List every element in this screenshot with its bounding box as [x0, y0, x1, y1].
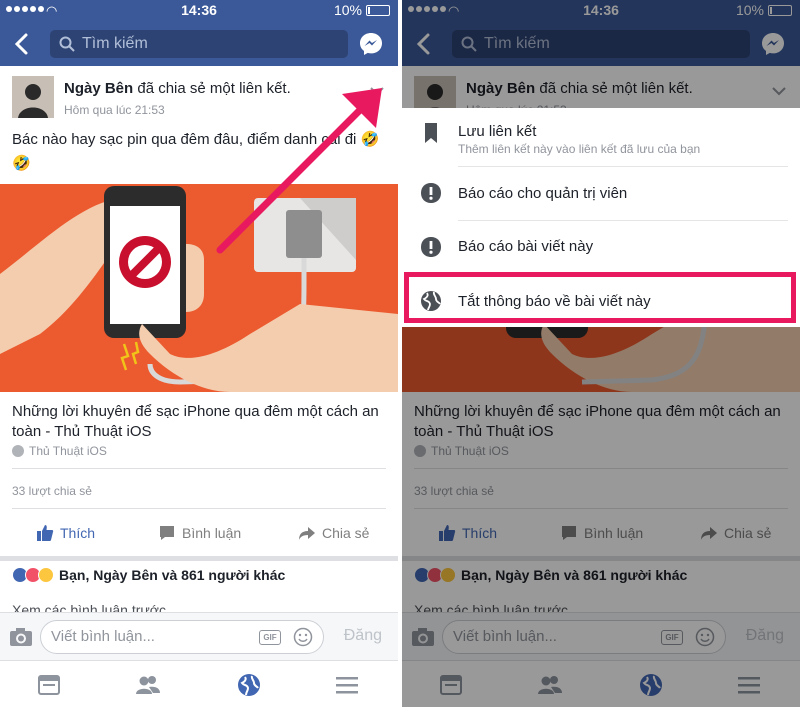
- comment-button[interactable]: Bình luận: [158, 524, 241, 542]
- share-count[interactable]: 33 lượt chia sẻ: [12, 484, 92, 498]
- friends-icon[interactable]: [135, 673, 161, 697]
- modal-overlay[interactable]: [402, 0, 800, 707]
- battery-icon: [366, 4, 390, 16]
- gif-icon[interactable]: GIF: [259, 630, 281, 645]
- sticker-icon[interactable]: [293, 627, 313, 647]
- divider: [12, 508, 386, 509]
- annotation-highlight-box: [404, 272, 796, 323]
- author-name[interactable]: Ngày Bên: [64, 80, 133, 97]
- left-screenshot: ◠ 14:36 10% Tìm kiếm Ngày Bên đã chia sẻ…: [0, 0, 398, 707]
- comment-input[interactable]: Viết bình luận... GIF: [40, 620, 324, 654]
- post-action: đã chia sẻ một liên kết.: [133, 80, 291, 97]
- messenger-icon[interactable]: [358, 31, 384, 57]
- camera-icon[interactable]: [9, 627, 33, 647]
- section-divider: [0, 556, 398, 561]
- wow-reaction-icon: [38, 567, 54, 583]
- search-placeholder: Tìm kiếm: [82, 35, 148, 52]
- link-source-icon: [12, 445, 24, 457]
- link-image[interactable]: [0, 184, 398, 392]
- link-title[interactable]: Những lời khuyên để sạc iPhone qua đêm m…: [12, 402, 392, 442]
- post-actions: Thích Bình luận Chia sẻ: [0, 520, 398, 548]
- menu-item-subtitle: Thêm liên kết này vào liên kết đã lưu củ…: [458, 142, 701, 156]
- divider: [12, 468, 386, 469]
- tab-bar: [0, 660, 398, 707]
- divider: [458, 220, 788, 221]
- menu-icon[interactable]: [334, 673, 360, 697]
- comment-placeholder: Viết bình luận...: [51, 628, 155, 645]
- link-source-name: Thủ Thuật iOS: [29, 444, 107, 458]
- previous-comments-link[interactable]: Xem các bình luận trước...: [12, 602, 178, 612]
- back-icon[interactable]: [10, 30, 36, 58]
- comment-label: Bình luận: [182, 525, 242, 541]
- share-button[interactable]: Chia sẻ: [298, 524, 369, 542]
- nav-bar: Tìm kiếm: [0, 22, 398, 66]
- menu-item-save-link[interactable]: Lưu liên kết Thêm liên kết này vào liên …: [402, 108, 800, 161]
- menu-item-label: Báo cáo bài viết này: [458, 238, 594, 255]
- like-label: Thích: [60, 525, 96, 541]
- chevron-down-icon[interactable]: [370, 86, 384, 96]
- link-source: Thủ Thuật iOS: [12, 444, 107, 458]
- menu-item-report-admin[interactable]: Báo cáo cho quản trị viên: [402, 168, 800, 221]
- divider: [458, 166, 788, 167]
- avatar[interactable]: [12, 76, 54, 118]
- menu-item-label: Lưu liên kết: [458, 123, 537, 140]
- comment-bar: Viết bình luận... GIF Đăng: [0, 612, 398, 660]
- like-button[interactable]: Thích: [36, 524, 95, 542]
- post-header: Ngày Bên đã chia sẻ một liên kết. Hôm qu…: [0, 72, 398, 122]
- post-text: Bác nào hay sạc pin qua đêm đâu, điểm da…: [12, 131, 380, 172]
- alert-icon: [421, 237, 441, 257]
- search-input[interactable]: Tìm kiếm: [50, 30, 348, 58]
- share-icon: [299, 527, 315, 540]
- bookmark-icon: [425, 123, 437, 143]
- notifications-globe-icon[interactable]: [236, 673, 262, 697]
- comment-icon: [160, 526, 174, 540]
- reactions-text: Bạn, Ngày Bên và 861 người khác: [59, 567, 286, 583]
- share-label: Chia sẻ: [322, 525, 370, 541]
- status-bar: ◠ 14:36 10%: [0, 0, 398, 22]
- thumbs-up-icon: [37, 525, 54, 541]
- menu-item-report-post[interactable]: Báo cáo bài viết này: [402, 222, 800, 275]
- post-comment-button[interactable]: Đăng: [344, 627, 382, 645]
- news-feed-icon[interactable]: [36, 673, 62, 697]
- right-screenshot: ◠ 14:36 10% Tìm kiếm Ngày Bên đã chia sẻ…: [402, 0, 800, 707]
- reactions-summary[interactable]: Bạn, Ngày Bên và 861 người khác: [12, 567, 285, 583]
- menu-item-label: Báo cáo cho quản trị viên: [458, 185, 628, 202]
- battery-percent: 10%: [333, 2, 362, 18]
- post-author-line: Ngày Bên đã chia sẻ một liên kết.: [64, 80, 291, 97]
- alert-icon: [421, 183, 441, 203]
- post-time: Hôm qua lúc 21:53: [64, 103, 165, 117]
- search-icon: [59, 36, 75, 52]
